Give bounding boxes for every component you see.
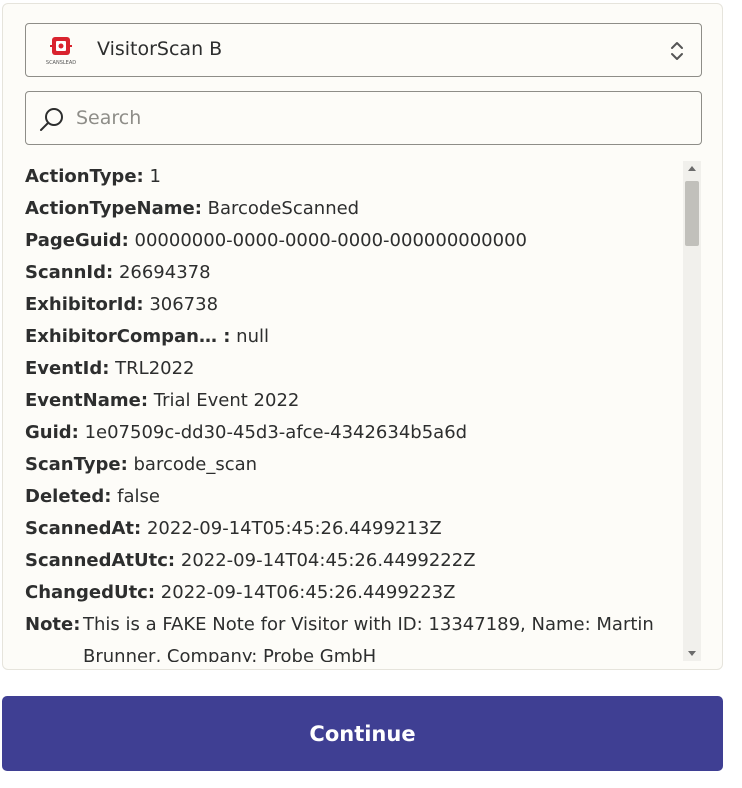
field-key: EventName: [25, 390, 149, 411]
list-item[interactable]: Deleted: false [25, 481, 160, 513]
list-item[interactable]: ActionTypeName: BarcodeScanned [25, 193, 359, 225]
search-icon [40, 108, 63, 131]
field-key: Note: [25, 614, 81, 635]
field-value: This is a FAKE Note for Visitor with ID:… [83, 614, 654, 662]
field-value: 1e07509c-dd30-45d3-afce-4342634b5a6d [84, 422, 468, 443]
field-value: null [236, 326, 269, 347]
list-scrollbar[interactable] [683, 161, 701, 661]
field-key: ActionType: [25, 166, 144, 187]
scrollbar-thumb[interactable] [685, 181, 699, 246]
scroll-down-arrow-icon[interactable] [683, 645, 701, 661]
field-key: ActionTypeName: [25, 198, 202, 219]
field-key: ScannId: [25, 262, 114, 283]
field-value: 26694378 [118, 262, 211, 283]
list-item[interactable]: EventName: Trial Event 2022 [25, 385, 299, 417]
field-value: false [117, 486, 160, 507]
chevron-up-down-icon [671, 42, 683, 60]
logo-caption: SCANSLEAD [46, 60, 76, 66]
list-item[interactable]: Note: This is a FAKE Note for Visitor wi… [25, 609, 680, 662]
field-key: ChangedUtc: [25, 582, 156, 603]
list-item[interactable]: PageGuid: 00000000-0000-0000-0000-000000… [25, 225, 527, 257]
field-key: ExhibitorCompan… : [25, 326, 231, 347]
list-item[interactable]: ScanType: barcode_scan [25, 449, 257, 481]
continue-button[interactable]: Continue [2, 696, 723, 771]
scroll-up-arrow-icon[interactable] [683, 161, 701, 177]
field-list[interactable]: ActionType: 1 ActionTypeName: BarcodeSca… [25, 157, 680, 662]
list-item[interactable]: ScannedAtUtc: 2022-09-14T04:45:26.449922… [25, 545, 476, 577]
field-value: 00000000-0000-0000-0000-000000000000 [134, 230, 527, 251]
field-picker-panel: SCANSLEAD VisitorScan B ActionType: 1 Ac… [2, 3, 723, 670]
field-value: 306738 [149, 294, 219, 315]
list-item[interactable]: ScannId: 26694378 [25, 257, 211, 289]
search-box [25, 91, 702, 145]
field-value: Trial Event 2022 [153, 390, 300, 411]
field-key: EventId: [25, 358, 110, 379]
field-value: barcode_scan [133, 454, 258, 475]
app-account-select[interactable]: SCANSLEAD VisitorScan B [25, 23, 702, 77]
list-item[interactable]: ScannedAt: 2022-09-14T05:45:26.4499213Z [25, 513, 442, 545]
list-item[interactable]: ActionType: 1 [25, 161, 161, 193]
field-value: 2022-09-14T04:45:26.4499222Z [180, 550, 476, 571]
list-item[interactable]: EventId: TRL2022 [25, 353, 195, 385]
list-item[interactable]: ExhibitorCompan… : null [25, 321, 269, 353]
field-value: 1 [149, 166, 161, 187]
field-key: ScannedAt: [25, 518, 142, 539]
app-account-name: VisitorScan B [97, 38, 223, 60]
field-key: ScannedAtUtc: [25, 550, 176, 571]
list-item[interactable]: ExhibitorId: 306738 [25, 289, 218, 321]
field-value: TRL2022 [115, 358, 195, 379]
field-value: 2022-09-14T06:45:26.4499223Z [160, 582, 456, 603]
field-key: ExhibitorId: [25, 294, 144, 315]
field-key: Deleted: [25, 486, 112, 507]
field-key: PageGuid: [25, 230, 129, 251]
field-value: 2022-09-14T05:45:26.4499213Z [146, 518, 442, 539]
field-key: Guid: [25, 422, 79, 443]
list-item[interactable]: ChangedUtc: 2022-09-14T06:45:26.4499223Z [25, 577, 455, 609]
search-input[interactable] [76, 93, 676, 143]
list-item[interactable]: Guid: 1e07509c-dd30-45d3-afce-4342634b5a… [25, 417, 467, 449]
field-key: ScanType: [25, 454, 128, 475]
field-value: BarcodeScanned [207, 198, 360, 219]
scanslead-logo-icon: SCANSLEAD [46, 37, 76, 66]
